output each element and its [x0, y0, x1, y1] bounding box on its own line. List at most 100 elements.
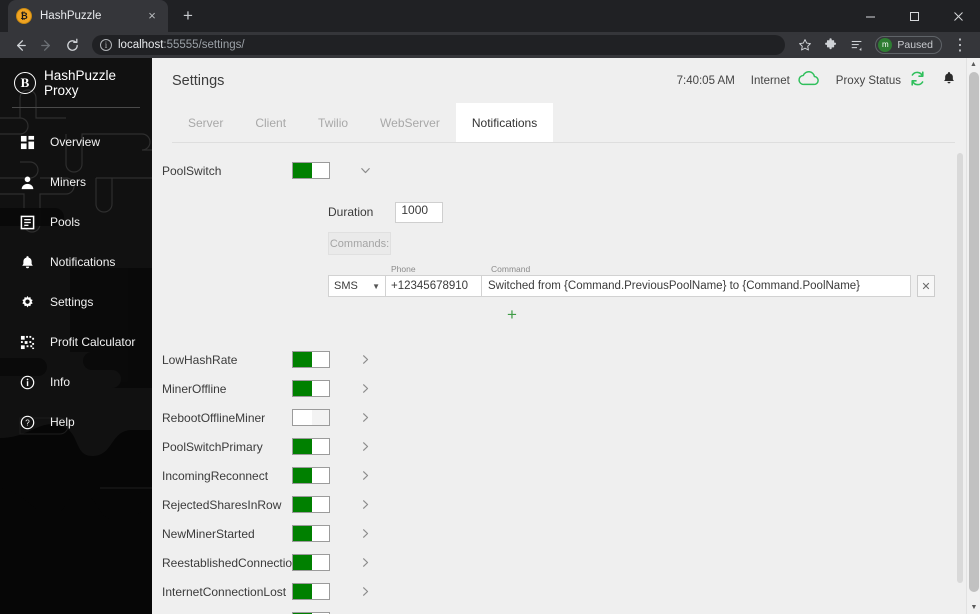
notification-toggle[interactable]: [292, 583, 330, 600]
content-header: Settings 7:40:05 AM Internet Proxy Statu…: [152, 58, 980, 103]
notification-row: PoolSwitchPrimary: [152, 432, 980, 461]
notification-label: PoolSwitchPrimary: [162, 439, 263, 454]
commands-button[interactable]: Commands:: [328, 232, 391, 255]
bitcoin-logo-icon: B: [14, 72, 36, 94]
notification-toggle[interactable]: [292, 554, 330, 571]
duration-label: Duration: [328, 205, 374, 219]
bell-icon: [18, 253, 36, 271]
tab-notifications[interactable]: Notifications: [455, 103, 554, 142]
notification-toggle[interactable]: [292, 525, 330, 542]
phone-column-header: Phone: [391, 264, 416, 274]
sidebar-item-label: Overview: [50, 135, 101, 149]
close-icon[interactable]: ×: [144, 8, 160, 24]
bitcoin-icon: ₿: [16, 8, 32, 24]
notification-bell-icon[interactable]: [942, 71, 956, 90]
settings-tabs: Server Client Twilio WebServer Notificat…: [172, 103, 955, 143]
duration-field: Duration 1000: [152, 197, 980, 227]
notification-toggle[interactable]: [292, 496, 330, 513]
tab-twilio[interactable]: Twilio: [302, 103, 364, 142]
content-scrollbar[interactable]: [957, 58, 964, 614]
page-scrollbar[interactable]: ▲ ▼: [966, 58, 980, 614]
chevron-right-icon[interactable]: [358, 440, 372, 454]
sidebar-item-miners[interactable]: Miners: [0, 162, 152, 202]
sidebar-item-label: Settings: [50, 295, 94, 309]
sidebar-item-profit-calculator[interactable]: Profit Calculator: [0, 322, 152, 362]
notification-row: MinerOffline: [152, 374, 980, 403]
notification-label: MinerOffline: [162, 381, 227, 396]
command-type-select[interactable]: SMS ▼: [328, 275, 386, 297]
scroll-down-icon[interactable]: ▼: [967, 601, 980, 614]
page-scrollbar-thumb[interactable]: [969, 72, 979, 592]
notification-label: LowHashRate: [162, 352, 238, 367]
window-controls: [848, 0, 980, 32]
reading-list-icon[interactable]: [845, 34, 869, 56]
sidebar-item-help[interactable]: ? Help: [0, 402, 152, 442]
site-info-icon[interactable]: i: [100, 39, 112, 51]
chevron-right-icon[interactable]: [358, 382, 372, 396]
notification-row: IncomingReconnect: [152, 461, 980, 490]
clock: 7:40:05 AM: [676, 74, 735, 87]
chevron-right-icon[interactable]: [358, 469, 372, 483]
sidebar-item-label: Help: [50, 415, 75, 429]
chevron-right-icon[interactable]: [358, 498, 372, 512]
reload-icon[interactable]: [60, 34, 84, 56]
notification-toggle[interactable]: [292, 409, 330, 426]
tab-server[interactable]: Server: [172, 103, 239, 142]
toggle-knob: [293, 163, 312, 178]
delete-command-icon[interactable]: ✕: [917, 275, 935, 297]
sidebar-item-label: Profit Calculator: [50, 335, 136, 349]
bookmark-star-icon[interactable]: [793, 34, 817, 56]
command-input[interactable]: Switched from {Command.PreviousPoolName}…: [482, 275, 911, 297]
sidebar-item-label: Notifications: [50, 255, 116, 269]
cloud-icon: [798, 70, 820, 91]
sidebar-nav: Overview Miners Pools Notifications Sett…: [0, 122, 152, 442]
chevron-right-icon[interactable]: [358, 527, 372, 541]
notification-label: IncomingReconnect: [162, 468, 269, 483]
toggle-knob: [293, 439, 312, 454]
sidebar-item-pools[interactable]: Pools: [0, 202, 152, 242]
browser-tab-title: HashPuzzle: [40, 10, 102, 22]
notification-toggle[interactable]: [292, 438, 330, 455]
tab-webserver[interactable]: WebServer: [364, 103, 456, 142]
person-icon: [18, 173, 36, 191]
brand-name: HashPuzzle Proxy: [44, 68, 117, 98]
browser-tab[interactable]: ₿ HashPuzzle ×: [8, 0, 168, 32]
maximize-icon[interactable]: [892, 0, 936, 32]
sidebar-item-info[interactable]: Info: [0, 362, 152, 402]
address-bar-url: localhost:55555/settings/: [118, 39, 245, 51]
chevron-right-icon[interactable]: [358, 411, 372, 425]
chevron-right-icon[interactable]: [358, 353, 372, 367]
notification-toggle[interactable]: [292, 380, 330, 397]
address-bar[interactable]: i localhost:55555/settings/: [92, 35, 786, 55]
duration-input[interactable]: 1000: [395, 201, 444, 223]
add-command-button[interactable]: +: [504, 306, 520, 323]
sidebar-item-settings[interactable]: Settings: [0, 282, 152, 322]
back-icon[interactable]: [8, 34, 32, 56]
notification-toggle[interactable]: [292, 467, 330, 484]
profile-chip[interactable]: m Paused: [875, 36, 942, 54]
close-window-icon[interactable]: [936, 0, 980, 32]
sidebar-item-notifications[interactable]: Notifications: [0, 242, 152, 282]
chevron-right-icon[interactable]: [358, 556, 372, 570]
sidebar-item-label: Miners: [50, 175, 87, 189]
chevron-down-icon[interactable]: [358, 164, 372, 178]
scroll-up-icon[interactable]: ▲: [967, 58, 980, 71]
sidebar-divider: [12, 107, 140, 108]
tab-client[interactable]: Client: [239, 103, 302, 142]
poolswitch-toggle[interactable]: [292, 162, 330, 179]
calculator-icon: [18, 333, 36, 351]
chevron-right-icon[interactable]: [358, 585, 372, 599]
new-tab-button[interactable]: +: [174, 2, 202, 30]
toggle-knob: [293, 381, 312, 396]
notification-row: LowHashRate: [152, 345, 980, 374]
browser-menu-icon[interactable]: ⋮: [948, 34, 972, 56]
phone-input[interactable]: +12345678910: [386, 275, 482, 297]
gear-icon: [18, 293, 36, 311]
minimize-icon[interactable]: [848, 0, 892, 32]
extensions-puzzle-icon[interactable]: [819, 34, 843, 56]
notification-label: ReestablishedConnection: [162, 555, 299, 570]
sidebar-item-overview[interactable]: Overview: [0, 122, 152, 162]
forward-icon[interactable]: [34, 34, 58, 56]
notification-toggle[interactable]: [292, 351, 330, 368]
content-scrollbar-thumb[interactable]: [957, 153, 963, 583]
